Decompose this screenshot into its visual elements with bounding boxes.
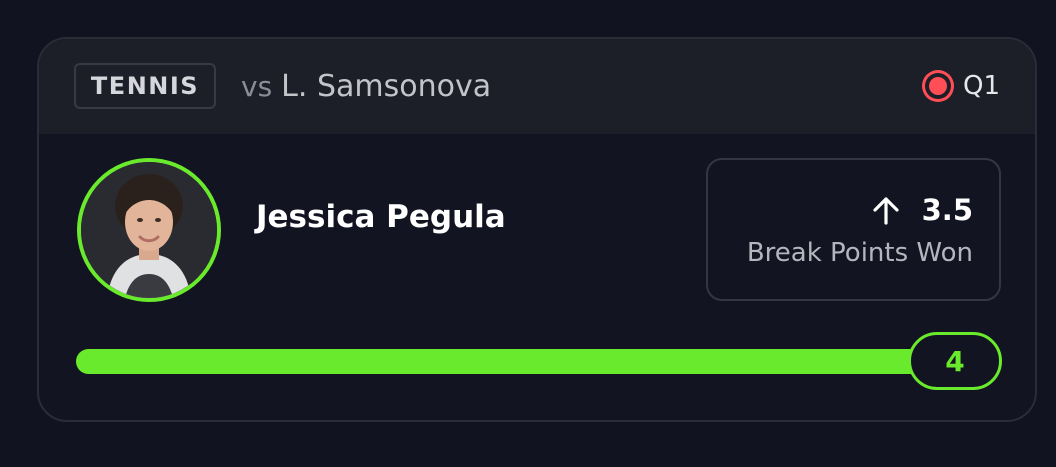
matchup: vs L. Samsonova [241,63,491,109]
game-period: Q1 [962,71,1000,101]
player-avatar [77,158,221,302]
prop-line-value: 3.5 [921,193,973,227]
arrow-up-icon [873,197,899,225]
player-headshot-icon [81,162,217,298]
live-indicator: Q1 [921,63,1000,109]
live-record-icon [921,70,954,102]
progress-bar [76,349,956,374]
app-screen: TENNIS vs L. Samsonova Q1 Jessica Pegula… [0,0,1056,467]
prop-line-box[interactable]: 3.5 Break Points Won [706,158,1001,301]
progress-bar-fill [76,349,956,374]
player-prop-card[interactable]: TENNIS vs L. Samsonova Q1 Jessica Pegula… [37,37,1037,422]
card-header: TENNIS vs L. Samsonova Q1 [39,39,1035,134]
result-value-badge: 4 [908,332,1002,390]
prop-line: 3.5 [870,193,973,227]
vs-label: vs [241,69,273,103]
sport-tag: TENNIS [74,63,216,109]
player-name: Jessica Pegula [256,199,506,235]
prop-stat-label: Break Points Won [746,238,973,268]
opponent-name: L. Samsonova [281,68,492,104]
